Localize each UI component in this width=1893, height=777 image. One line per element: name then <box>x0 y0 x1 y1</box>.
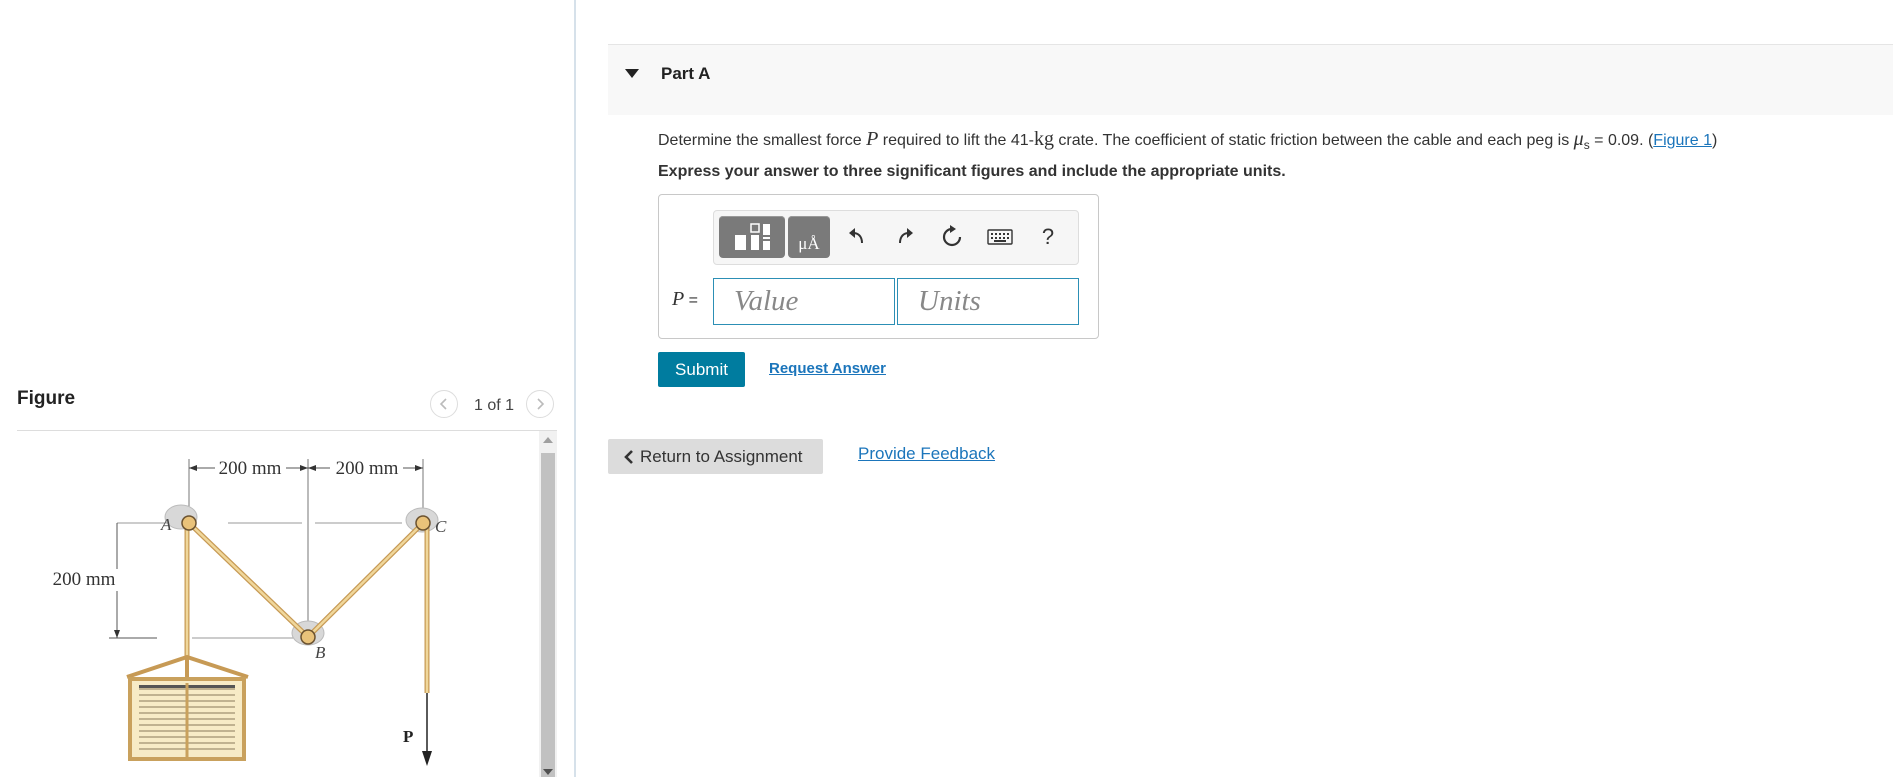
answer-box: μÅ ? P = Value Units <box>658 194 1099 339</box>
pane-divider[interactable] <box>574 0 576 777</box>
label-b: B <box>315 643 326 662</box>
part-label: Part A <box>661 64 711 83</box>
figure-image: 200 mm 200 mm 200 mm A B C P <box>17 431 539 777</box>
return-label: Return to Assignment <box>640 446 803 466</box>
part-header[interactable]: Part A <box>608 44 1893 115</box>
request-answer-link[interactable]: Request Answer <box>769 360 886 377</box>
crate-pulley-diagram: 200 mm 200 mm 200 mm A B C P <box>53 458 447 766</box>
reset-button[interactable] <box>937 221 967 253</box>
dimension-label-left: 200 mm <box>53 569 116 590</box>
question-text: Determine the smallest force P required … <box>658 128 1717 152</box>
keyboard-button[interactable] <box>985 221 1015 253</box>
undo-icon <box>849 228 863 244</box>
caret-down-icon[interactable] <box>625 69 639 78</box>
label-a: A <box>160 515 172 534</box>
question-var: P <box>866 128 879 150</box>
answer-equals: = <box>684 292 699 309</box>
figure-counter: 1 of 1 <box>474 397 515 414</box>
dimension-label-top-left: 200 mm <box>219 458 282 479</box>
answer-variable-label: P = <box>672 288 698 311</box>
figure-scrollbar[interactable] <box>539 431 557 777</box>
reset-icon <box>942 225 962 247</box>
chevron-left-icon <box>624 449 633 464</box>
math-toolbar: μÅ ? <box>713 210 1079 265</box>
label-p: P <box>403 727 413 746</box>
submit-button[interactable]: Submit <box>658 352 745 387</box>
answer-variable: P <box>672 288 685 310</box>
units-input[interactable] <box>897 278 1079 325</box>
question-suffix: = 0.09. ( <box>1589 132 1654 149</box>
keyboard-icon <box>987 229 1013 245</box>
chevron-right-icon <box>537 398 545 410</box>
figure-title: Figure <box>17 388 76 409</box>
next-figure-button[interactable] <box>526 390 554 418</box>
provide-feedback-link[interactable]: Provide Feedback <box>858 444 995 464</box>
scroll-down-arrow-icon[interactable] <box>543 769 553 775</box>
help-button[interactable]: ? <box>1033 221 1063 253</box>
previous-figure-button[interactable] <box>430 390 458 418</box>
question-close: ) <box>1712 132 1718 149</box>
question-unit: kg <box>1033 128 1054 150</box>
redo-button[interactable] <box>890 221 920 253</box>
question-prefix: Determine the smallest force <box>658 132 867 149</box>
chevron-left-icon <box>439 398 447 410</box>
scroll-up-arrow-icon[interactable] <box>543 437 553 443</box>
scrollbar-thumb[interactable] <box>541 453 555 777</box>
units-tool-button[interactable]: μÅ <box>788 216 830 258</box>
label-c: C <box>435 517 447 536</box>
figure-pane: Figure 1 of 1 200 mm 200 mm 200 mm A B C… <box>0 0 575 777</box>
mu-symbol: μ <box>1573 128 1584 150</box>
dimension-label-top-right: 200 mm <box>336 458 399 479</box>
return-to-assignment-button[interactable]: Return to Assignment <box>608 439 823 474</box>
value-input[interactable] <box>713 278 895 325</box>
undo-button[interactable] <box>842 221 872 253</box>
figure-1-link[interactable]: Figure 1 <box>1653 132 1712 149</box>
question-mid1: required to lift the 41- <box>878 132 1034 149</box>
redo-icon <box>899 228 913 244</box>
instructions-text: Express your answer to three significant… <box>658 163 1286 180</box>
question-mid2: crate. The coefficient of static frictio… <box>1053 132 1574 149</box>
templates-button[interactable] <box>719 216 785 258</box>
templates-icon <box>735 223 770 250</box>
